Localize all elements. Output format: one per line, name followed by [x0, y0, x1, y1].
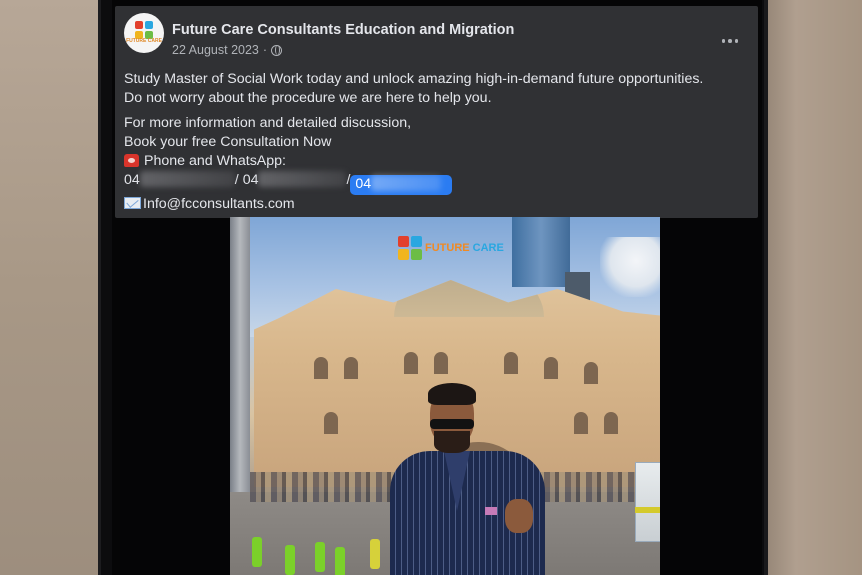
avatar-logo-text: FUTURE CARE [126, 38, 162, 44]
globe-icon [271, 44, 283, 56]
email-link[interactable]: Info@fcconsultants.com [143, 196, 295, 212]
redacted-digits [139, 171, 235, 187]
phone-number-2: 04 [242, 172, 259, 188]
scooter [335, 547, 345, 575]
video-presenter [390, 383, 545, 575]
scooter [315, 542, 325, 572]
brand-logo-icon [135, 21, 153, 39]
watermark-word-2: CARE [472, 241, 504, 254]
presenter-beard [434, 431, 470, 453]
building-window [324, 412, 338, 434]
post-line: Book your free Consultation Now [124, 134, 332, 150]
phone-separator: / [234, 172, 239, 188]
presenter-hair [428, 383, 476, 405]
building-window [434, 352, 448, 374]
phone-label: Phone and WhatsApp: [144, 153, 286, 169]
background-wall-left [0, 0, 100, 575]
vehicle-stripe [635, 507, 660, 513]
building-window [584, 362, 598, 384]
watermark-logo-icon [398, 236, 422, 260]
post-date[interactable]: 22 August 2023 [172, 43, 259, 57]
phone-number-1: 04 [124, 172, 140, 188]
phone-label-line: Phone and WhatsApp: [124, 152, 748, 171]
scooter [285, 545, 295, 575]
redacted-digits [258, 171, 347, 187]
building-window [314, 357, 328, 379]
post-paragraph-contact: For more information and detailed discus… [124, 114, 748, 214]
telephone-icon [124, 154, 139, 167]
email-line: Info@fcconsultants.com [124, 195, 748, 214]
presenter-hand [505, 499, 533, 533]
more-options-icon[interactable] [720, 36, 740, 46]
post-meta: 22 August 2023 · [172, 43, 283, 57]
building-window [604, 412, 618, 434]
watermark-text: FUTURE CARE [425, 241, 504, 254]
building-window [404, 352, 418, 374]
post-text: Study Master of Social Work today and un… [124, 70, 748, 214]
phone-number-highlight[interactable]: 04 [350, 175, 453, 195]
phone-number-3: 04 [355, 176, 372, 192]
building-window [574, 412, 588, 434]
presenter-pocket-square [485, 507, 497, 515]
post-line: Do not worry about the procedure we are … [124, 90, 492, 106]
meta-separator: · [262, 43, 268, 57]
video-cloud [600, 237, 660, 297]
phone-numbers-line: 04/ 04/04 [124, 171, 748, 195]
envelope-icon [124, 197, 141, 209]
presenter-sunglasses [430, 419, 474, 429]
post-video[interactable]: FUTURE CARE [230, 217, 660, 575]
page-name-link[interactable]: Future Care Consultants Education and Mi… [172, 22, 514, 38]
post-paragraph-intro: Study Master of Social Work today and un… [124, 70, 748, 108]
building-window [544, 357, 558, 379]
video-tower [512, 217, 570, 287]
building-window [504, 352, 518, 374]
watermark-word-1: FUTURE [425, 241, 470, 254]
facebook-post: FUTURE CARE Future Care Consultants Educ… [115, 6, 758, 218]
redacted-digits [371, 175, 442, 191]
background-wall-right [752, 0, 862, 575]
post-line: For more information and detailed discus… [124, 115, 412, 131]
scooter [252, 537, 262, 567]
post-line: Study Master of Social Work today and un… [124, 71, 704, 87]
video-vehicle [635, 462, 660, 542]
video-watermark: FUTURE CARE [398, 233, 508, 263]
scooter [370, 539, 380, 569]
page-avatar[interactable]: FUTURE CARE [124, 13, 164, 53]
building-window [344, 357, 358, 379]
